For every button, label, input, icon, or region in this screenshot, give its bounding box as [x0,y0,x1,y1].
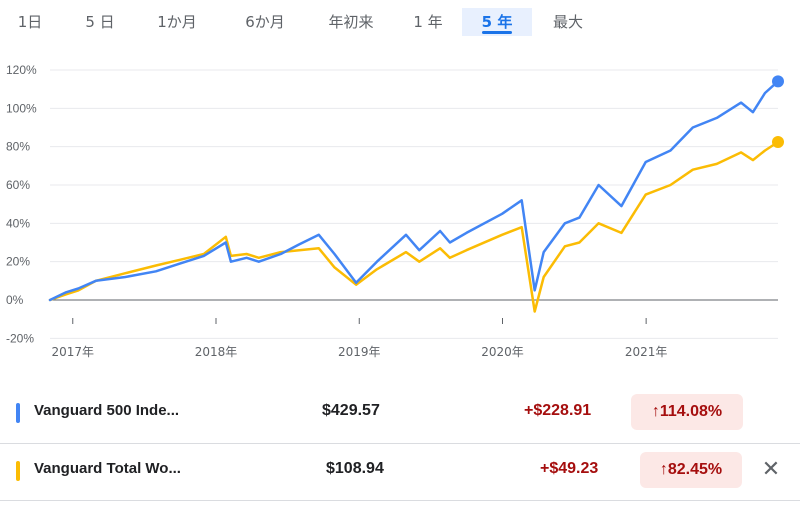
x-tick-label: 2021年 [625,345,668,359]
tab-1-year[interactable]: 1 年 [400,8,456,36]
tab-label: 5 日 [85,13,115,31]
row-divider [0,500,800,501]
tab-1-month[interactable]: 1か月 [140,8,214,36]
x-tick-label: 2020年 [481,345,524,359]
x-tick-label: 2019年 [338,345,381,359]
holding-percent-badge: ↑114.08% [631,394,743,430]
tab-label: 1 年 [413,13,443,31]
arrow-up-icon: ↑ [659,461,668,478]
series-color-swatch [16,403,20,423]
tab-ytd[interactable]: 年初来 [316,8,386,36]
holding-percent: 82.45% [667,461,723,478]
series-line [48,80,780,302]
holding-row-vanguard-total-world[interactable]: Vanguard Total Wo... $108.94 +$49.23 ↑82… [0,444,800,500]
holding-percent: 114.08% [659,403,723,420]
y-tick-label: 60% [6,178,30,192]
tab-5-years[interactable]: 5 年 [462,8,532,36]
tab-label: 5 年 [481,13,513,31]
holding-price: $429.57 [322,402,380,419]
x-tick-label: 2018年 [195,345,238,359]
holding-name: Vanguard 500 Inde... [34,402,180,419]
y-tick-label: 20% [6,255,30,269]
series-end-point [772,75,784,88]
series-end-point [772,135,784,148]
performance-chart[interactable]: 120% 100% 80% 60% 40% 20% 0% -20% 2017年 2018年 2019… [0,40,800,375]
holding-change: +$228.91 [524,402,592,419]
y-tick-label: 40% [6,216,30,230]
tab-label: 1日 [17,13,43,31]
holding-percent-badge: ↑82.45% [640,452,742,488]
tab-label: 最大 [552,13,583,31]
y-tick-label: 80% [6,140,30,154]
y-tick-label: -20% [6,331,34,345]
tab-label: 年初来 [328,13,374,31]
y-tick-label: 120% [6,63,37,77]
series-line [48,140,780,313]
active-tab-indicator [482,31,512,34]
holding-row-vanguard-500[interactable]: Vanguard 500 Inde... $429.57 +$228.91 ↑1… [0,386,800,442]
x-tick-label: 2017年 [51,345,94,359]
holding-change: +$49.23 [540,460,599,477]
tab-1-day[interactable]: 1日 [4,8,56,36]
tab-5-days[interactable]: 5 日 [74,8,126,36]
tab-6-months[interactable]: 6か月 [228,8,302,36]
arrow-up-icon: ↑ [651,403,660,420]
range-tabs: 1日 5 日 1か月 6か月 年初来 1 年 5 年 最大 [0,0,800,40]
holding-price: $108.94 [326,460,384,477]
tab-max[interactable]: 最大 [540,8,596,36]
remove-comparison-button[interactable]: ✕ [758,456,784,482]
y-tick-label: 100% [6,101,37,115]
series-color-swatch [16,461,20,481]
tab-label: 1か月 [157,13,197,31]
holding-name: Vanguard Total Wo... [34,460,181,477]
tab-label: 6か月 [245,13,285,31]
y-tick-label: 0% [6,293,24,307]
